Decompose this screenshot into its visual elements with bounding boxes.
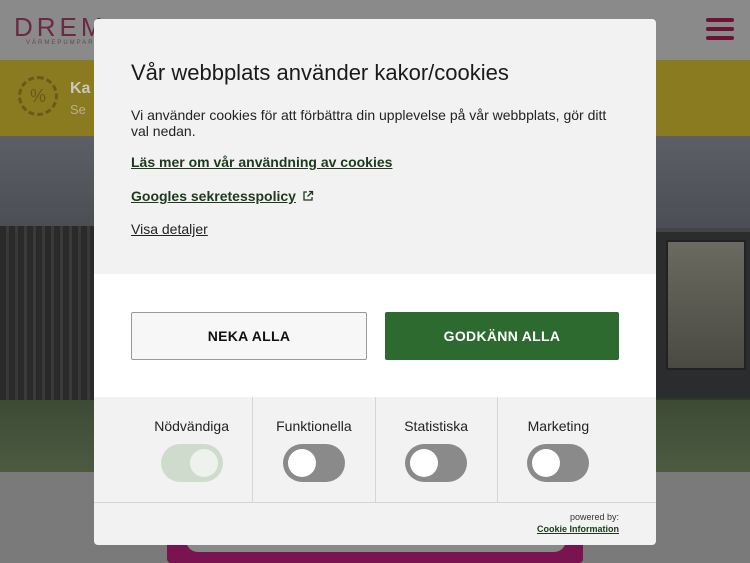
site-logo-subtitle: VÄRMEPUMPAR <box>26 40 95 46</box>
dialog-description: Vi använder cookies för att förbättra di… <box>131 107 607 139</box>
category-functional: Funktionella <box>253 397 376 502</box>
promo-banner-title: Ka <box>70 80 91 97</box>
google-privacy-link[interactable]: Googles sekretesspolicy <box>131 188 296 204</box>
discount-badge-icon: % <box>18 76 58 116</box>
show-details-link[interactable]: Visa detaljer <box>131 221 208 237</box>
hero-house-left <box>0 226 96 416</box>
cookie-policy-link[interactable]: Läs mer om vår användning av cookies <box>131 154 392 170</box>
site-logo: DREM <box>14 12 107 42</box>
marketing-toggle[interactable] <box>527 444 590 482</box>
accept-all-button[interactable]: GODKÄNN ALLA <box>385 312 619 360</box>
category-marketing: Marketing <box>498 397 619 502</box>
category-label: Statistiska <box>404 418 469 434</box>
consent-categories: Nödvändiga Funktionella Statistiska Mark… <box>131 397 619 502</box>
category-label: Nödvändiga <box>154 418 229 434</box>
necessary-toggle <box>160 444 223 482</box>
menu-icon[interactable] <box>706 18 734 42</box>
category-label: Funktionella <box>276 418 352 434</box>
category-label: Marketing <box>527 418 590 434</box>
hero-window <box>666 240 746 370</box>
external-link-icon <box>303 190 314 201</box>
functional-toggle[interactable] <box>282 444 345 482</box>
promo-banner-subtitle: Se <box>70 102 86 117</box>
cookie-information-link[interactable]: Cookie Information <box>537 524 619 534</box>
category-necessary: Nödvändiga <box>131 397 254 502</box>
cookie-consent-dialog: Vår webbplats använder kakor/cookies Vi … <box>94 19 656 545</box>
powered-by-label: powered by: <box>569 512 619 522</box>
deny-all-button[interactable]: NEKA ALLA <box>131 312 367 360</box>
category-statistics: Statistiska <box>376 397 498 502</box>
statistics-toggle[interactable] <box>405 444 468 482</box>
footer-divider <box>94 502 656 503</box>
dialog-title: Vår webbplats använder kakor/cookies <box>131 60 509 85</box>
